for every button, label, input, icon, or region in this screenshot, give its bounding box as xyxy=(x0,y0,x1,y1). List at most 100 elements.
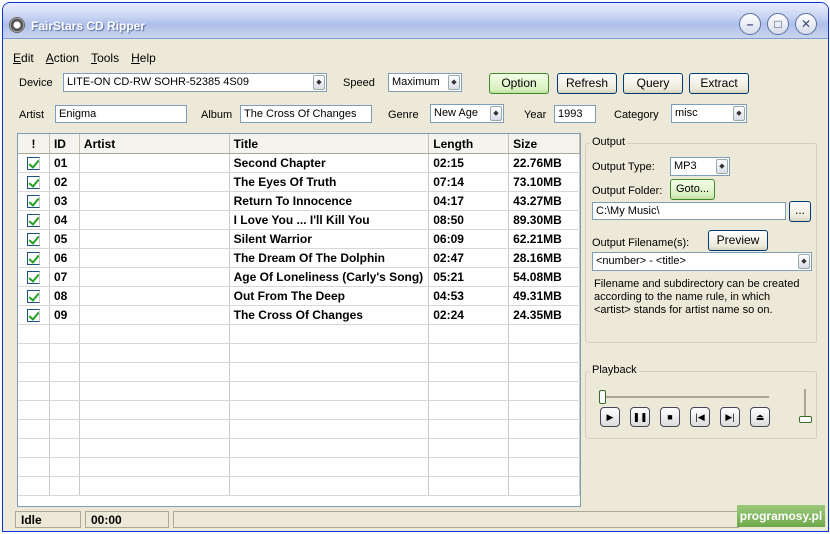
track-checkbox[interactable] xyxy=(27,157,40,170)
track-id xyxy=(50,363,80,381)
table-row[interactable]: 09 The Cross Of Changes 02:24 24.35MB xyxy=(18,306,580,325)
track-list-header: ! ID Artist Title Length Size xyxy=(18,134,580,154)
category-select[interactable]: misc ◆ xyxy=(671,104,747,123)
header-artist[interactable]: Artist xyxy=(80,134,230,153)
track-checkbox-cell[interactable] xyxy=(18,382,50,400)
maximize-button[interactable]: □ xyxy=(767,13,789,35)
output-filename-select[interactable]: <number> - <title> ◆ xyxy=(592,252,812,271)
menu-edit[interactable]: Edit xyxy=(13,51,34,65)
table-row[interactable]: 04 I Love You ... I'll Kill You 08:50 89.30… xyxy=(18,211,580,230)
track-checkbox-cell[interactable] xyxy=(18,458,50,476)
track-id: 05 xyxy=(50,230,80,248)
track-checkbox[interactable] xyxy=(27,309,40,322)
track-checkbox-cell[interactable] xyxy=(18,287,50,305)
genre-select[interactable]: New Age ◆ xyxy=(430,104,504,123)
track-checkbox-cell[interactable] xyxy=(18,439,50,457)
track-checkbox[interactable] xyxy=(27,271,40,284)
output-folder-label: Output Folder: xyxy=(592,185,663,197)
table-row[interactable]: 06 The Dream Of The Dolphin 02:47 28.16MB xyxy=(18,249,580,268)
stop-button[interactable]: ■ xyxy=(660,407,680,427)
table-row[interactable]: 03 Return To Innocence 04:17 43.27MB xyxy=(18,192,580,211)
close-button[interactable]: ✕ xyxy=(795,13,817,35)
header-id[interactable]: ID xyxy=(50,134,80,153)
header-check[interactable]: ! xyxy=(18,134,50,153)
track-checkbox[interactable] xyxy=(27,195,40,208)
table-row[interactable]: 02 The Eyes Of Truth 07:14 73.10MB xyxy=(18,173,580,192)
device-select[interactable]: LITE-ON CD-RW SOHR-52385 4S09 ◆ xyxy=(63,73,327,92)
track-checkbox[interactable] xyxy=(27,214,40,227)
playback-position-slider[interactable] xyxy=(599,390,606,404)
goto-folder-button[interactable]: Goto... xyxy=(670,179,715,200)
table-row[interactable] xyxy=(18,401,580,420)
header-size[interactable]: Size xyxy=(509,134,580,153)
track-list[interactable]: ! ID Artist Title Length Size 01 Second C… xyxy=(17,133,581,507)
table-row[interactable] xyxy=(18,344,580,363)
track-checkbox-cell[interactable] xyxy=(18,477,50,495)
track-checkbox-cell[interactable] xyxy=(18,192,50,210)
track-checkbox-cell[interactable] xyxy=(18,154,50,172)
next-track-button[interactable]: ▶| xyxy=(720,407,740,427)
minimize-button[interactable]: – xyxy=(739,13,761,35)
track-id xyxy=(50,325,80,343)
header-title[interactable]: Title xyxy=(230,134,430,153)
track-length xyxy=(429,363,510,381)
previous-track-button[interactable]: |◀ xyxy=(690,407,710,427)
table-row[interactable] xyxy=(18,439,580,458)
track-checkbox[interactable] xyxy=(27,176,40,189)
table-row[interactable] xyxy=(18,325,580,344)
menu-action[interactable]: Action xyxy=(46,51,79,65)
track-checkbox-cell[interactable] xyxy=(18,230,50,248)
track-checkbox[interactable] xyxy=(27,233,40,246)
track-checkbox-cell[interactable] xyxy=(18,325,50,343)
track-checkbox-cell[interactable] xyxy=(18,268,50,286)
track-artist xyxy=(80,344,230,362)
eject-button[interactable]: ⏏ xyxy=(750,407,770,427)
header-length[interactable]: Length xyxy=(429,134,510,153)
track-checkbox[interactable] xyxy=(27,290,40,303)
table-row[interactable] xyxy=(18,382,580,401)
year-input[interactable]: 1993 xyxy=(554,105,596,123)
track-checkbox-cell[interactable] xyxy=(18,344,50,362)
track-size: 43.27MB xyxy=(509,192,580,210)
extract-button[interactable]: Extract xyxy=(689,73,749,94)
track-checkbox-cell[interactable] xyxy=(18,306,50,324)
track-id xyxy=(50,439,80,457)
menu-help[interactable]: Help xyxy=(131,51,156,65)
table-row[interactable]: 07 Age Of Loneliness (Carly's Song) 05:21 5… xyxy=(18,268,580,287)
volume-slider[interactable] xyxy=(799,416,812,423)
track-checkbox-cell[interactable] xyxy=(18,173,50,191)
title-bar[interactable]: FairStars CD Ripper – □ ✕ xyxy=(3,3,828,39)
track-checkbox-cell[interactable] xyxy=(18,363,50,381)
album-input[interactable]: The Cross Of Changes xyxy=(240,105,372,123)
browse-folder-button[interactable]: ... xyxy=(789,201,811,222)
table-row[interactable] xyxy=(18,477,580,496)
table-row[interactable] xyxy=(18,420,580,439)
preview-button[interactable]: Preview xyxy=(708,230,768,251)
track-artist xyxy=(80,306,230,324)
menu-tools[interactable]: Tools xyxy=(91,51,119,65)
table-row[interactable] xyxy=(18,458,580,477)
output-folder-input[interactable]: C:\My Music\ xyxy=(592,202,786,220)
device-value: LITE-ON CD-RW SOHR-52385 4S09 xyxy=(67,76,249,88)
track-checkbox-cell[interactable] xyxy=(18,420,50,438)
artist-input[interactable]: Enigma xyxy=(55,105,187,123)
track-checkbox-cell[interactable] xyxy=(18,401,50,419)
table-row[interactable]: 08 Out From The Deep 04:53 49.31MB xyxy=(18,287,580,306)
table-row[interactable]: 01 Second Chapter 02:15 22.76MB xyxy=(18,154,580,173)
refresh-button[interactable]: Refresh xyxy=(557,73,617,94)
track-checkbox-cell[interactable] xyxy=(18,249,50,267)
speed-select[interactable]: Maximum ◆ xyxy=(388,73,462,92)
table-row[interactable]: 05 Silent Warrior 06:09 62.21MB xyxy=(18,230,580,249)
query-button[interactable]: Query xyxy=(623,73,683,94)
playback-position-track xyxy=(601,396,769,398)
track-checkbox-cell[interactable] xyxy=(18,211,50,229)
output-type-select[interactable]: MP3 ◆ xyxy=(670,157,730,176)
option-button[interactable]: Option xyxy=(489,73,549,94)
table-row[interactable] xyxy=(18,363,580,382)
window-title: FairStars CD Ripper xyxy=(31,19,146,33)
track-artist xyxy=(80,363,230,381)
track-checkbox[interactable] xyxy=(27,252,40,265)
track-title: The Dream Of The Dolphin xyxy=(230,249,430,267)
play-button[interactable]: ▶ xyxy=(600,407,620,427)
pause-button[interactable]: ❚❚ xyxy=(630,407,650,427)
